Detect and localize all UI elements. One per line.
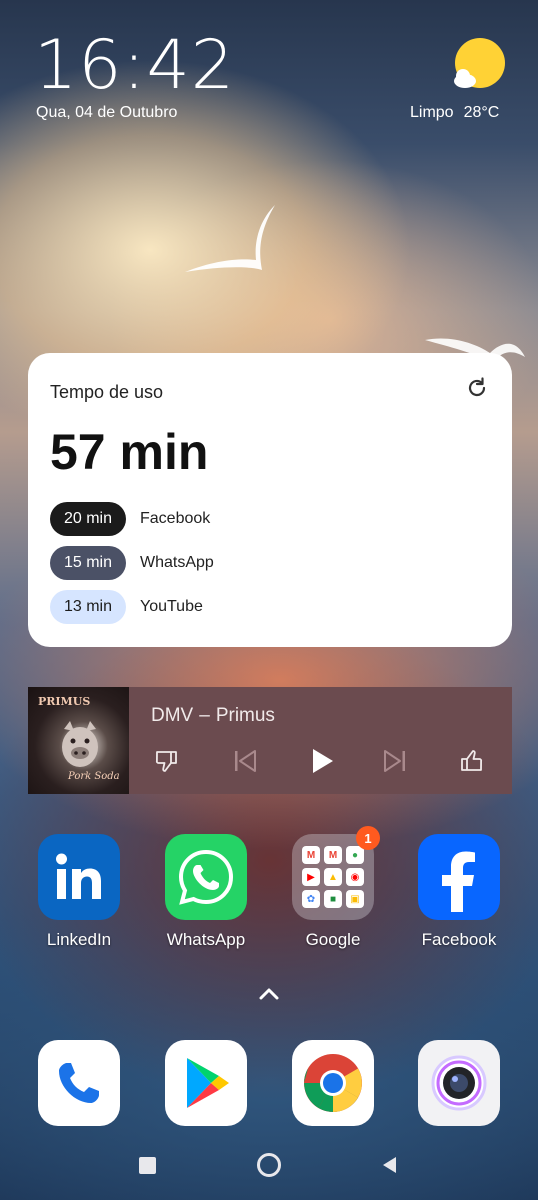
- usage-app-name: YouTube: [140, 598, 203, 615]
- usage-row-youtube[interactable]: 13 min YouTube: [50, 590, 203, 624]
- date-label[interactable]: Qua, 04 de Outubro: [36, 104, 177, 122]
- usage-row-facebook[interactable]: 20 min Facebook: [50, 502, 210, 536]
- app-label: Facebook: [421, 930, 497, 949]
- album-art-pig-image: [62, 721, 98, 767]
- youtube-music-mini-icon: ◉: [346, 868, 364, 886]
- facebook-icon: [418, 834, 500, 920]
- drive-mini-icon: ▲: [324, 868, 342, 886]
- weather-summary[interactable]: Limpo 28°C: [410, 104, 499, 122]
- next-track-button[interactable]: [379, 745, 411, 777]
- app-linkedin[interactable]: LinkedIn: [24, 834, 134, 950]
- dislike-button[interactable]: [151, 745, 183, 777]
- gmail-mini-icon: M: [302, 846, 320, 864]
- screen-time-widget[interactable]: Tempo de uso 57 min 20 min Facebook 15 m…: [28, 353, 512, 647]
- linkedin-logo: [56, 853, 101, 899]
- notification-badge: 1: [356, 826, 380, 850]
- weather-condition: Limpo: [410, 104, 454, 121]
- usage-app-name: Facebook: [140, 510, 211, 527]
- google-folder-icon: M M ● ▶ ▲ ◉ ✿ ■ ▣ 1: [292, 826, 380, 920]
- youtube-mini-icon: ▶: [302, 868, 320, 886]
- camera-icon: [431, 1055, 487, 1111]
- skip-previous-icon: [235, 750, 256, 772]
- home-button[interactable]: [257, 1153, 281, 1177]
- album-art-subtitle: Pork Soda: [68, 771, 120, 782]
- dock-phone[interactable]: [38, 1040, 120, 1126]
- photos-mini-icon: ✿: [302, 890, 320, 908]
- track-artist: Primus: [215, 705, 275, 726]
- app-label: LinkedIn: [46, 930, 112, 949]
- usage-time-pill: 13 min: [50, 590, 126, 624]
- facebook-logo: [442, 851, 475, 912]
- album-art-band: PRIMUS: [38, 695, 91, 708]
- total-usage-value: 57 min: [50, 424, 209, 480]
- phone-icon: [59, 1063, 99, 1103]
- music-player-widget[interactable]: PRIMUS Pork Soda DMV – Primus: [28, 687, 512, 794]
- play-icon: [313, 749, 333, 773]
- track-separator: –: [199, 705, 210, 726]
- dock-camera[interactable]: [418, 1040, 500, 1126]
- usage-app-name: WhatsApp: [140, 554, 214, 571]
- album-art[interactable]: PRIMUS Pork Soda: [28, 687, 129, 794]
- thumbs-down-icon: [155, 751, 177, 772]
- widget-title: Tempo de uso: [50, 382, 164, 402]
- google-apps-grid: M M ● ▶ ▲ ◉ ✿ ■ ▣: [302, 846, 364, 908]
- now-playing-text: DMV – Primus: [151, 705, 275, 727]
- app-label: WhatsApp: [166, 930, 246, 949]
- like-button[interactable]: [455, 745, 487, 777]
- chrome-icon: [304, 1054, 362, 1112]
- weather-temperature: 28°C: [463, 104, 500, 121]
- play-store-icon: [187, 1058, 229, 1108]
- play-button[interactable]: [305, 745, 337, 777]
- seagull-decoration: [185, 205, 275, 272]
- app-drawer-chevron-up-icon[interactable]: [257, 984, 281, 1002]
- usage-row-whatsapp[interactable]: 15 min WhatsApp: [50, 546, 214, 580]
- maps-mini-icon: ●: [346, 846, 364, 864]
- recent-apps-button[interactable]: [139, 1157, 156, 1174]
- gmail-mini-icon: M: [324, 846, 342, 864]
- back-button[interactable]: [380, 1155, 398, 1175]
- meet-mini-icon: ■: [324, 890, 342, 908]
- whatsapp-logo: [178, 849, 234, 905]
- usage-time-pill: 20 min: [50, 502, 126, 536]
- dock-chrome[interactable]: [292, 1040, 374, 1126]
- app-whatsapp[interactable]: WhatsApp: [151, 834, 261, 950]
- sunny-weather-icon[interactable]: [451, 38, 505, 92]
- dock-play-store[interactable]: [165, 1040, 247, 1126]
- clock-time[interactable]: 16:42: [34, 30, 235, 102]
- whatsapp-icon: [165, 834, 247, 920]
- previous-track-button[interactable]: [229, 745, 261, 777]
- refresh-icon[interactable]: [466, 377, 488, 399]
- gallery-mini-icon: ▣: [346, 890, 364, 908]
- linkedin-icon: [38, 834, 120, 920]
- app-folder-google[interactable]: M M ● ▶ ▲ ◉ ✿ ■ ▣ 1 Google: [278, 826, 388, 950]
- thumbs-up-icon: [461, 750, 483, 771]
- skip-next-icon: [384, 750, 405, 772]
- app-label: Google: [305, 930, 361, 949]
- track-title: DMV: [151, 705, 194, 726]
- app-facebook[interactable]: Facebook: [404, 834, 514, 950]
- usage-time-pill: 15 min: [50, 546, 126, 580]
